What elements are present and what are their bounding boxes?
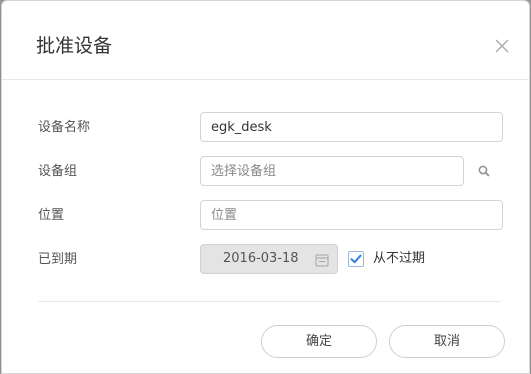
footer-divider	[38, 301, 501, 302]
never-expire-label[interactable]: 从不过期	[373, 250, 425, 268]
dialog-header: 批准设备	[2, 1, 529, 80]
cancel-button[interactable]: 取消	[389, 325, 505, 358]
location-input[interactable]	[200, 200, 503, 230]
device-group-label: 设备组	[38, 164, 78, 179]
dialog-title: 批准设备	[36, 35, 113, 57]
confirm-button[interactable]: 确定	[261, 325, 377, 358]
search-icon[interactable]	[476, 163, 492, 179]
device-name-label: 设备名称	[38, 120, 91, 135]
location-label: 位置	[38, 208, 65, 223]
calendar-icon	[315, 252, 329, 267]
approve-device-dialog: 批准设备 设备名称 设备组 位置 已到期 2016-03-18	[1, 0, 530, 374]
checkmark-icon	[350, 254, 362, 264]
never-expire-checkbox[interactable]	[348, 251, 364, 267]
expiry-date-value: 2016-03-18	[223, 251, 299, 266]
close-icon[interactable]	[493, 37, 511, 55]
device-name-input[interactable]	[200, 112, 503, 142]
expiry-label: 已到期	[38, 252, 78, 267]
device-group-input[interactable]	[200, 156, 464, 186]
